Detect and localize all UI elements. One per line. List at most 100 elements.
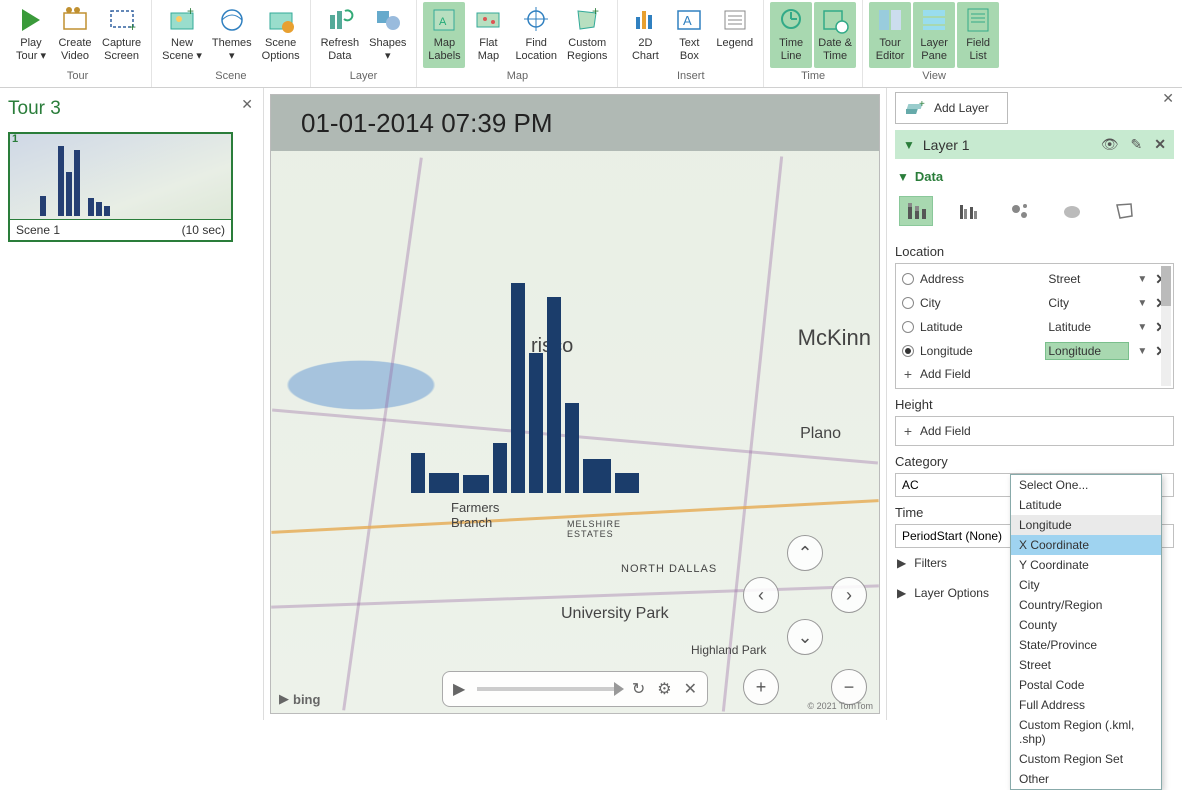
- dropdown-option[interactable]: Country/Region: [1011, 595, 1161, 615]
- dropdown-option[interactable]: City: [1011, 575, 1161, 595]
- ribbon-group-label: Map: [507, 68, 528, 84]
- radio-button[interactable]: [902, 345, 914, 357]
- time-player: ▶ ↻ ⚙ ✕: [442, 671, 708, 707]
- location-field-row[interactable]: LongitudeLongitude▼✕: [896, 339, 1173, 363]
- field-list-button[interactable]: FieldList: [957, 2, 999, 68]
- region-icon[interactable]: [1107, 196, 1141, 226]
- map-labels-button[interactable]: AMapLabels: [423, 2, 465, 68]
- refresh-data-button[interactable]: RefreshData: [317, 2, 364, 68]
- plus-icon: +: [902, 423, 914, 439]
- dropdown-option[interactable]: Custom Region Set: [1011, 749, 1161, 769]
- scrollbar[interactable]: [1161, 266, 1171, 386]
- clustered-column-icon[interactable]: [951, 196, 985, 226]
- dropdown-option[interactable]: Other: [1011, 769, 1161, 789]
- layer-header[interactable]: ▼ Layer 1 👁 ✎ ✕: [895, 130, 1174, 159]
- field-type-select[interactable]: Latitude: [1045, 318, 1129, 336]
- radio-button[interactable]: [902, 321, 914, 333]
- custom-regions-button[interactable]: +CustomRegions: [563, 2, 611, 68]
- settings-icon[interactable]: ⚙: [657, 679, 671, 699]
- stacked-column-icon[interactable]: [899, 196, 933, 226]
- chevron-down-icon[interactable]: ▼: [1135, 274, 1149, 285]
- bubble-icon[interactable]: [1003, 196, 1037, 226]
- create-video-icon: [60, 5, 90, 35]
- scene-options-icon: [266, 5, 296, 35]
- time-line-button[interactable]: TimeLine: [770, 2, 812, 68]
- field-type-select[interactable]: City: [1045, 294, 1129, 312]
- chevron-down-icon[interactable]: ▼: [1135, 298, 1149, 309]
- ribbon-group-label: Insert: [677, 68, 705, 84]
- map-viewport[interactable]: 01-01-2014 07:39 PM McKinn risco Plano F…: [270, 94, 880, 714]
- location-field-row[interactable]: LatitudeLatitude▼✕: [896, 315, 1173, 339]
- tilt-up-button[interactable]: ⌃: [787, 535, 823, 571]
- scene-options-button[interactable]: SceneOptions: [258, 2, 304, 68]
- close-icon[interactable]: ✕: [684, 679, 697, 699]
- location-field-row[interactable]: CityCity▼✕: [896, 291, 1173, 315]
- heatmap-icon[interactable]: [1055, 196, 1089, 226]
- delete-icon[interactable]: ✕: [1154, 136, 1166, 153]
- create-video-button[interactable]: CreateVideo: [54, 2, 96, 68]
- field-name: City: [920, 296, 1039, 310]
- find-location-button[interactable]: FindLocation: [511, 2, 561, 68]
- close-icon[interactable]: ✕: [1162, 90, 1174, 107]
- 2d-chart-button[interactable]: 2DChart: [624, 2, 666, 68]
- edit-icon[interactable]: ✎: [1131, 136, 1143, 153]
- map-time-overlay: 01-01-2014 07:39 PM: [271, 95, 879, 151]
- radio-button[interactable]: [902, 297, 914, 309]
- geo-type-dropdown[interactable]: Select One...LatitudeLongitudeX Coordina…: [1010, 474, 1162, 790]
- dropdown-option[interactable]: Postal Code: [1011, 675, 1161, 695]
- time-slider[interactable]: [477, 687, 620, 691]
- layer-pane-button[interactable]: LayerPane: [913, 2, 955, 68]
- scene-thumbnail[interactable]: 1 Scene 1 (10 sec): [8, 132, 233, 242]
- dropdown-option[interactable]: Street: [1011, 655, 1161, 675]
- field-type-select[interactable]: Longitude: [1045, 342, 1129, 360]
- themes-button[interactable]: Themes▾: [208, 2, 256, 68]
- height-field-list: + Add Field: [895, 416, 1174, 446]
- chevron-down-icon[interactable]: ▼: [1135, 322, 1149, 333]
- play-icon[interactable]: ▶: [453, 679, 465, 699]
- map-place-label: Highland Park: [691, 643, 766, 657]
- add-layer-button[interactable]: + Add Layer: [895, 92, 1008, 124]
- dropdown-option[interactable]: Latitude: [1011, 495, 1161, 515]
- svg-text:A: A: [683, 13, 692, 28]
- dropdown-option[interactable]: Select One...: [1011, 475, 1161, 495]
- capture-screen-button[interactable]: +CaptureScreen: [98, 2, 145, 68]
- tilt-down-button[interactable]: ⌄: [787, 619, 823, 655]
- dropdown-option[interactable]: X Coordinate: [1011, 535, 1161, 555]
- dropdown-option[interactable]: Y Coordinate: [1011, 555, 1161, 575]
- shapes-button[interactable]: Shapes▾: [365, 2, 410, 68]
- radio-button[interactable]: [902, 273, 914, 285]
- data-section-header[interactable]: ▼ Data: [895, 163, 1174, 190]
- flat-map-icon: [473, 5, 503, 35]
- close-icon[interactable]: ✕: [241, 96, 253, 113]
- location-field-row[interactable]: AddressStreet▼✕: [896, 267, 1173, 291]
- shapes-icon: [373, 5, 403, 35]
- text-box-button[interactable]: ATextBox: [668, 2, 710, 68]
- visibility-icon[interactable]: 👁: [1101, 136, 1119, 153]
- field-type-select[interactable]: Street: [1045, 270, 1129, 288]
- legend-button[interactable]: Legend: [712, 2, 757, 68]
- dropdown-option[interactable]: Full Address: [1011, 695, 1161, 715]
- map-place-label: Farmers Branch: [451, 500, 499, 530]
- tour-editor-button[interactable]: TourEditor: [869, 2, 911, 68]
- add-field-row[interactable]: +Add Field: [896, 363, 1173, 385]
- new-scene-button[interactable]: +NewScene ▾: [158, 2, 206, 68]
- ribbon-group-scene: +NewScene ▾Themes▾SceneOptionsScene: [152, 0, 310, 87]
- dropdown-option[interactable]: County: [1011, 615, 1161, 635]
- map-timestamp: 01-01-2014 07:39 PM: [301, 108, 553, 139]
- dropdown-option[interactable]: State/Province: [1011, 635, 1161, 655]
- rotate-left-button[interactable]: ‹: [743, 577, 779, 613]
- rotate-right-button[interactable]: ›: [831, 577, 867, 613]
- legend-icon: [720, 5, 750, 35]
- zoom-in-button[interactable]: +: [743, 669, 779, 705]
- play-tour-button[interactable]: PlayTour ▾: [10, 2, 52, 68]
- flat-map-button[interactable]: FlatMap: [467, 2, 509, 68]
- zoom-out-button[interactable]: −: [831, 669, 867, 705]
- add-field-row[interactable]: + Add Field: [896, 420, 1173, 442]
- chevron-down-icon[interactable]: ▼: [1135, 346, 1149, 357]
- date-time-button[interactable]: Date &Time: [814, 2, 856, 68]
- loop-icon[interactable]: ↻: [632, 679, 645, 699]
- dropdown-option[interactable]: Longitude: [1011, 515, 1161, 535]
- dropdown-option[interactable]: Custom Region (.kml, .shp): [1011, 715, 1161, 749]
- location-field-list: AddressStreet▼✕CityCity▼✕LatitudeLatitud…: [895, 263, 1174, 389]
- add-layer-label: Add Layer: [934, 101, 989, 115]
